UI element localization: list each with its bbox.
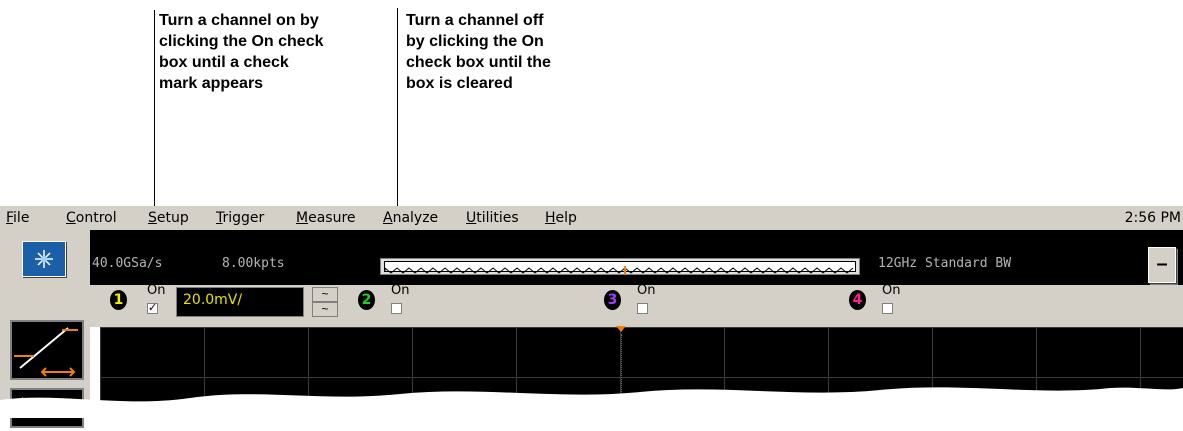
channel-1-marker[interactable]: 1 [110,290,127,310]
channel-4-on-checkbox[interactable] [882,303,893,314]
memory-depth: 8.00kpts [222,256,285,271]
callout-turn-off: Turn a channel off by clicking the On ch… [406,12,551,92]
menu-measure[interactable]: Measure [296,209,356,227]
horizontal-tool-button[interactable] [10,320,84,380]
menu-trigger[interactable]: Trigger [216,209,264,227]
menu-analyze[interactable]: Analyze [383,209,438,227]
channel-1-scale-field[interactable]: 20.0mV/ [176,287,304,317]
channel-3-marker[interactable]: 3 [604,290,621,310]
channel-4-on-label: On [882,283,901,298]
torn-edge [0,387,1183,418]
channel-3-on-label: On [637,283,656,298]
slope-arrow-icon [14,327,78,377]
agilent-spark-icon [35,250,53,268]
menu-bar: File Control Setup Trigger Measure Analy… [0,206,1183,230]
menu-help[interactable]: Help [545,209,577,227]
minimize-button[interactable]: – [1148,247,1176,283]
menu-control[interactable]: Control [66,209,117,227]
scale-spin-down-button[interactable]: ~ [312,302,338,317]
channel-3-on-checkbox[interactable] [637,303,648,314]
menu-file[interactable]: File [6,209,29,227]
channel-4-marker[interactable]: 4 [849,290,866,310]
menu-utilities[interactable]: Utilities [466,209,519,227]
waveform-overview[interactable] [380,258,860,275]
scale-spin-up-button[interactable]: ~ [312,287,338,302]
callout-turn-on: Turn a channel on by clicking the On che… [159,12,324,92]
clock: 2:56 PM [1124,210,1181,226]
menu-setup[interactable]: Setup [148,209,189,227]
channel-2-on-label: On [391,283,410,298]
channel-1-on-label: On [147,283,166,298]
channel-2-marker[interactable]: 2 [358,290,375,310]
channel-1-on-checkbox[interactable]: ✓ [147,303,158,314]
sample-rate: 40.0GSa/s [92,256,163,271]
waveform-overview-trace [384,266,854,275]
channel-2-on-checkbox[interactable] [391,303,402,314]
agilent-logo-button[interactable] [22,241,66,277]
bandwidth-label: 12GHz Standard BW [878,256,1012,271]
